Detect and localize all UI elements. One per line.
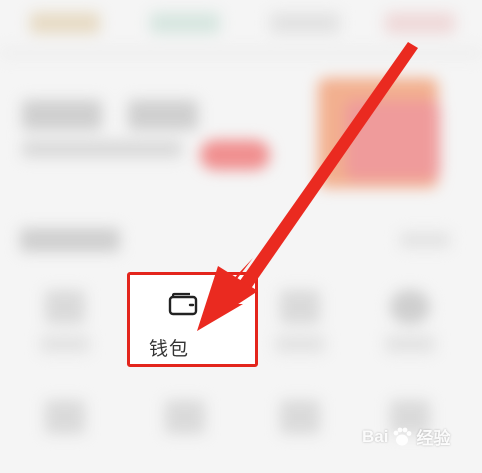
watermark-suffix: 经验 [416,429,451,448]
watermark: Bai 经验 [362,424,450,449]
watermark-brand: Bai [362,426,389,446]
screen: 钱包 Bai 经验 [0,0,482,473]
annotation-arrow [197,42,418,331]
paw-icon [394,427,412,445]
